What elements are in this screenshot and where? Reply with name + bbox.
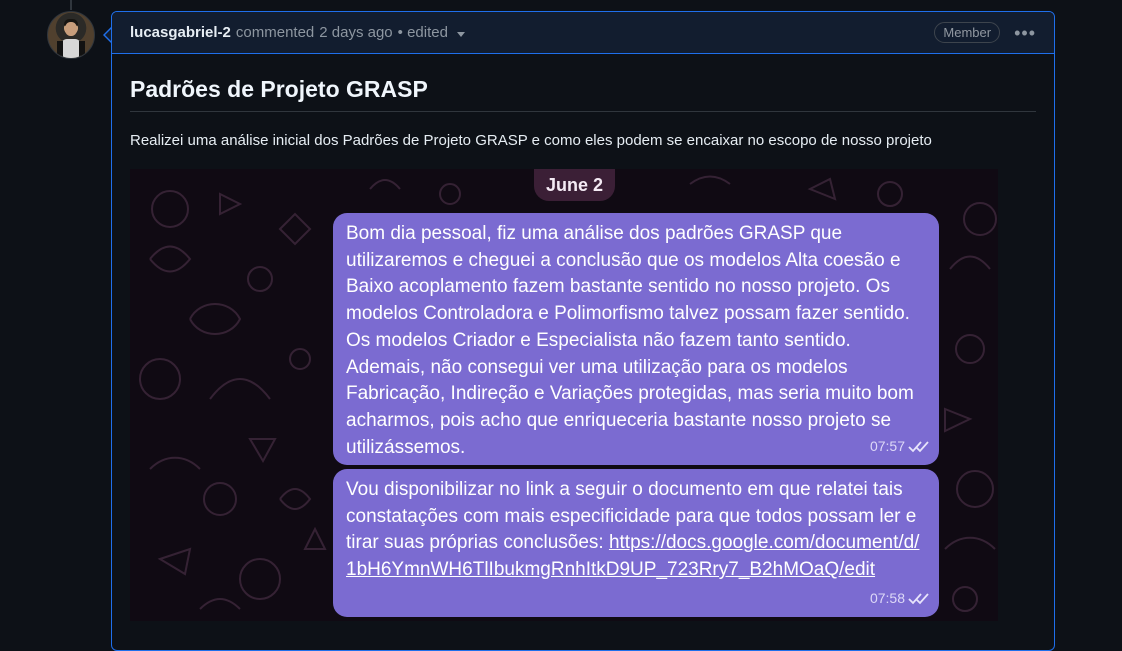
comment-card: lucasgabriel-2 commented 2 days ago • ed…	[111, 11, 1055, 651]
comment-timestamp[interactable]: 2 days ago	[319, 24, 392, 41]
avatar[interactable]	[47, 11, 95, 59]
edited-label: • edited	[397, 24, 448, 41]
comment-body: Padrões de Projeto GRASP Realizei uma an…	[112, 76, 1054, 621]
comment-heading: Padrões de Projeto GRASP	[130, 76, 1036, 112]
message-time: 07:57	[869, 438, 905, 455]
message-meta: 07:58	[870, 585, 930, 612]
double-check-icon	[908, 593, 929, 604]
edited-dropdown[interactable]: • edited	[398, 24, 465, 41]
comment-action: commented	[235, 24, 315, 41]
kebab-horizontal-icon[interactable]: •••	[1014, 24, 1036, 42]
double-check-icon	[908, 441, 929, 452]
avatar-jacket	[57, 41, 85, 58]
chevron-down-icon	[456, 31, 465, 37]
comment-author-link[interactable]: lucasgabriel-2	[130, 24, 231, 41]
chat-screenshot-image: June 2 Bom dia pessoal, fiz uma análise …	[130, 169, 998, 621]
comment-paragraph: Realizei uma análise inicial dos Padrões…	[130, 132, 932, 149]
chat-date-chip: June 2	[534, 169, 616, 201]
chat-message-bubble: Bom dia pessoal, fiz uma análise dos pad…	[333, 213, 939, 465]
chat-message-bubble: Vou disponibilizar no link a seguir o do…	[333, 469, 939, 617]
timeline-line	[70, 0, 72, 10]
avatar-face	[65, 22, 77, 36]
message-text: Bom dia pessoal, fiz uma análise dos pad…	[346, 223, 914, 458]
comment-header: lucasgabriel-2 commented 2 days ago • ed…	[112, 12, 1054, 54]
message-time: 07:58	[869, 590, 905, 607]
member-badge: Member	[934, 22, 1001, 43]
message-meta: 07:57	[870, 433, 930, 460]
